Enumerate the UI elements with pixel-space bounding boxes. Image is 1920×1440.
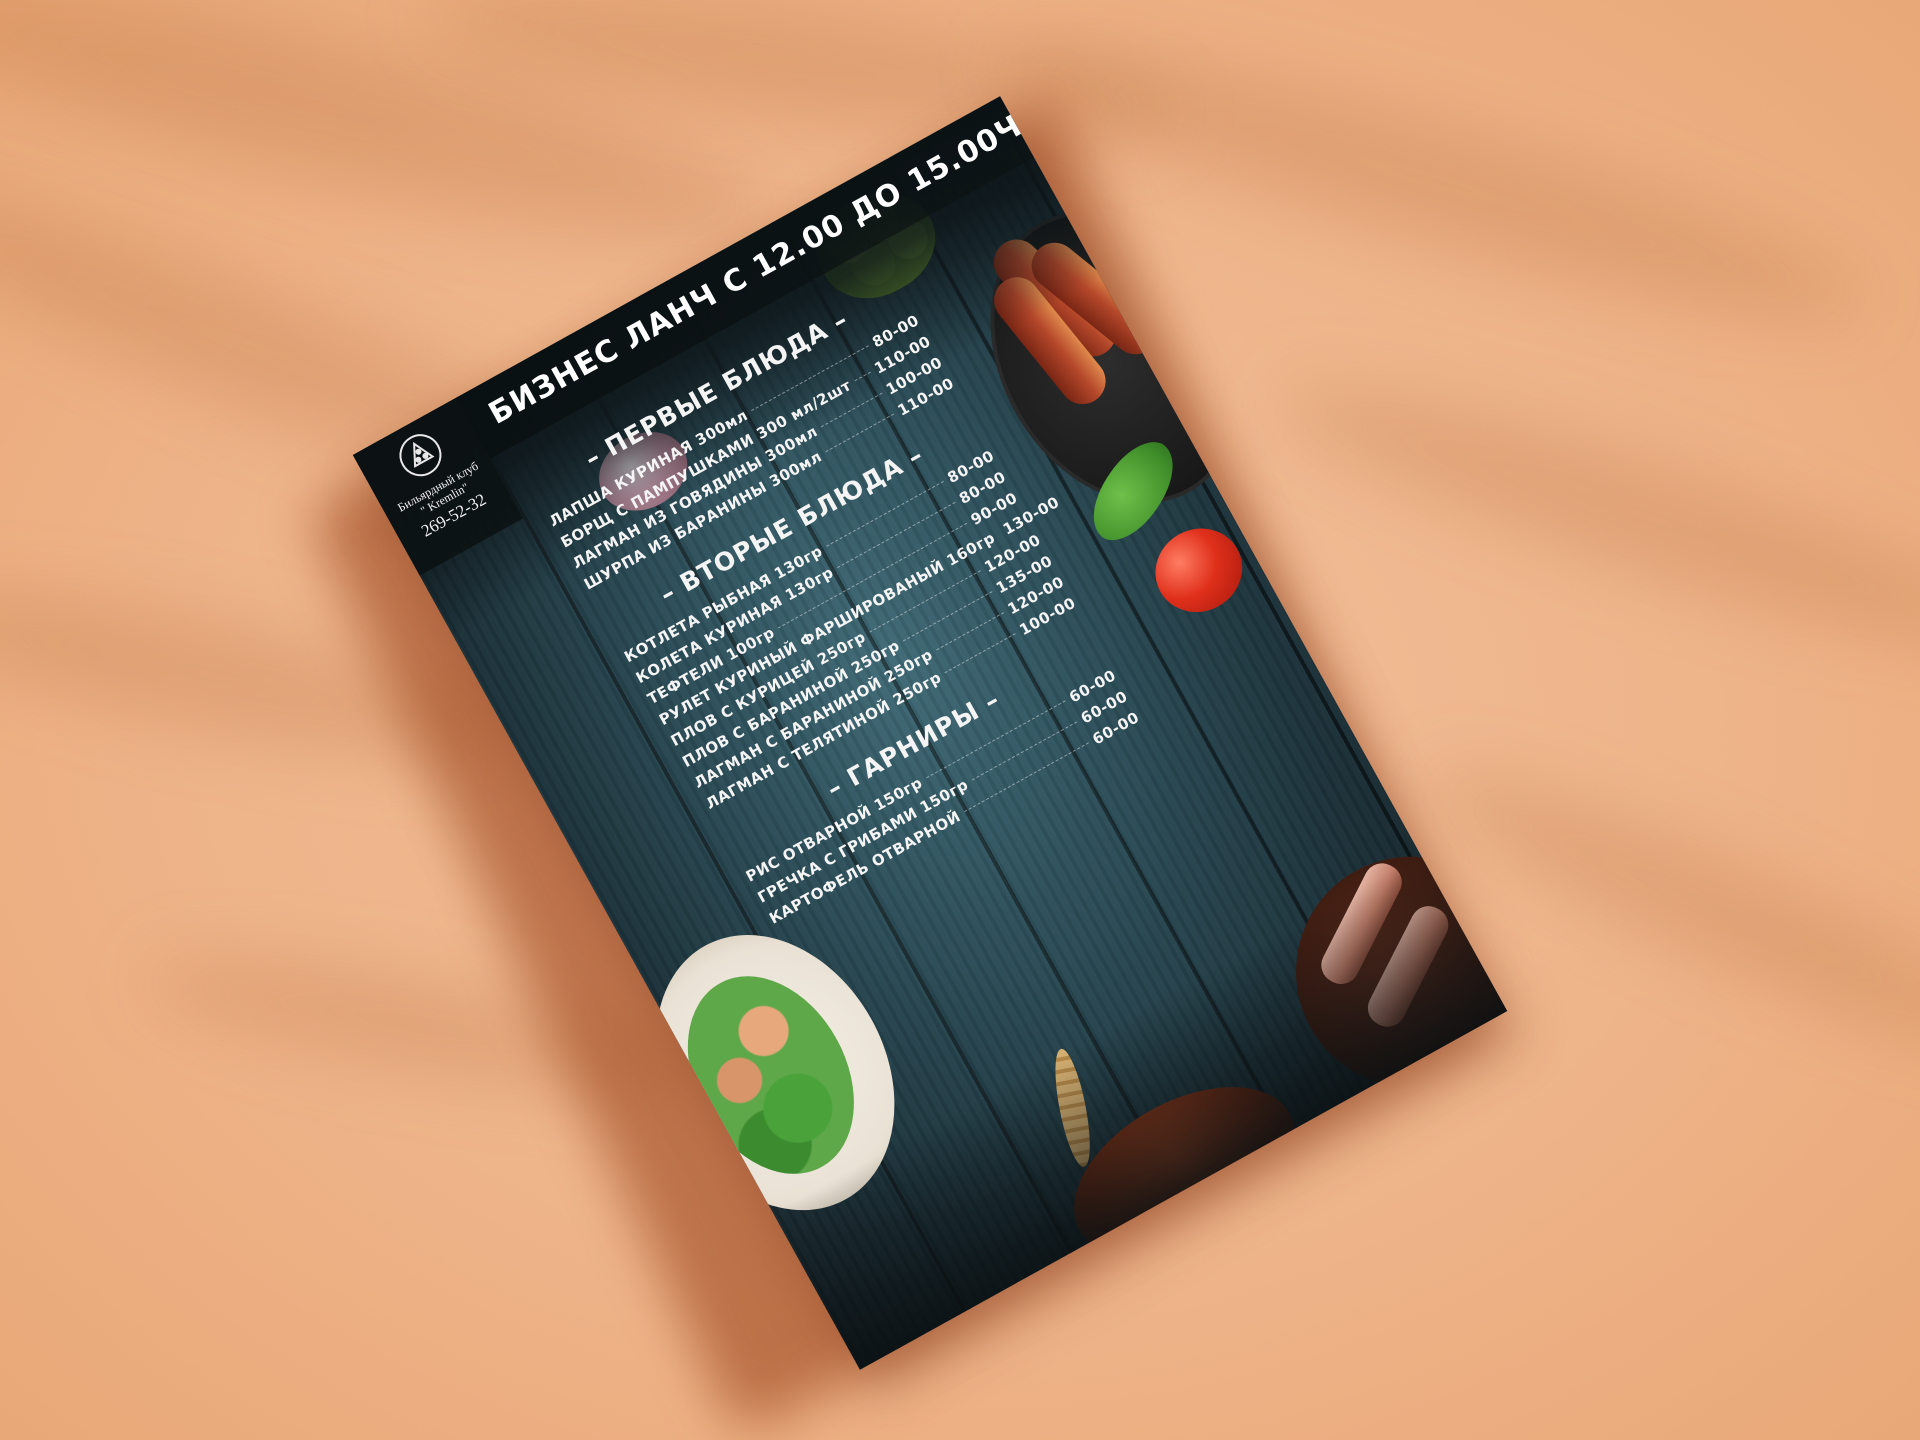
menu-flyer: БИЗНЕС ЛАНЧ С 12.00 ДО 15.00Ч. Бильярдны… xyxy=(352,96,1508,1370)
dotted-leader xyxy=(854,371,871,382)
leaf-shadow xyxy=(1407,734,1920,1086)
leaf-shadow xyxy=(1261,345,1920,685)
tomato-decoration xyxy=(1140,513,1258,628)
